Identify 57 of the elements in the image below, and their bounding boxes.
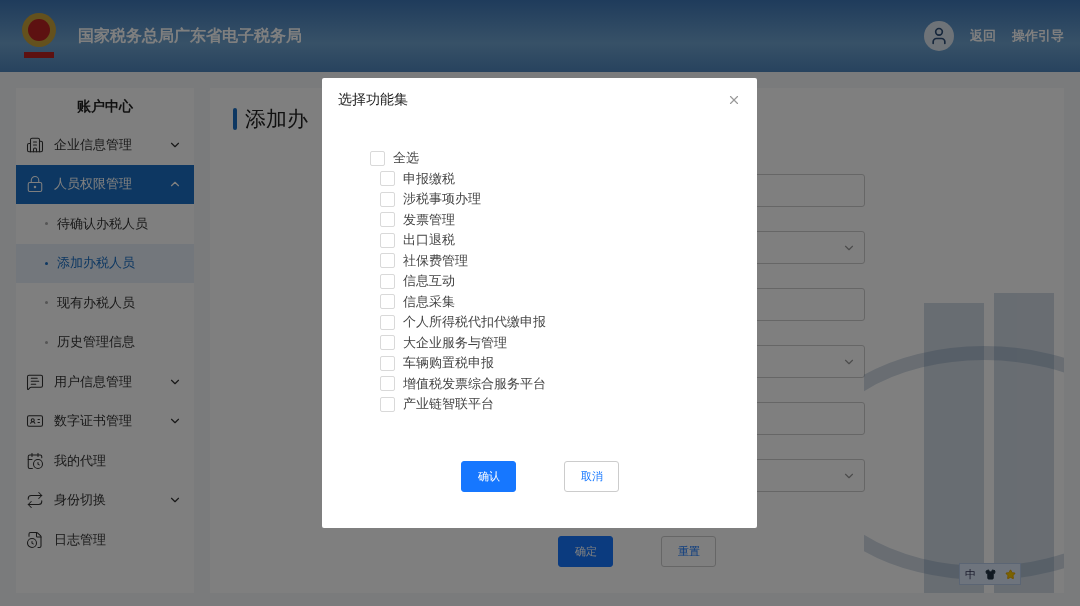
user-avatar-icon[interactable] [924,21,954,51]
checkbox-label: 发票管理 [403,210,455,229]
form-button[interactable]: 确定 [558,536,613,567]
checkbox[interactable] [380,191,395,207]
menu-icon [26,135,44,154]
sidebar-item[interactable]: 企业信息管理 [16,125,194,165]
checkbox-label: 信息互动 [403,272,455,291]
sidebar-item[interactable]: 身份切换 [16,480,194,520]
checkbox[interactable] [380,396,395,412]
page-title: 添加办 [245,106,308,133]
checkbox-label: 车辆购置税申报 [403,354,494,373]
checkbox[interactable] [380,355,395,371]
checkbox[interactable] [380,314,395,330]
menu-icon [26,372,44,391]
checkbox[interactable] [370,150,385,166]
sidebar-title: 账户中心 [76,96,134,116]
sidebar-subitem[interactable]: 现有办税人员 [16,283,194,323]
sidebar-item[interactable]: 人员权限管理 [16,164,194,204]
dialog-button[interactable]: 取消 [564,460,619,492]
checkbox-label: 产业链智联平台 [403,395,494,414]
sidebar-subitem[interactable]: 添加办税人员 [16,243,194,283]
checkbox[interactable] [380,335,395,351]
dialog-title: 选择功能集 [338,91,408,109]
sidebar-subitem[interactable]: 历史管理信息 [16,322,194,362]
menu-icon [26,451,44,470]
checkbox[interactable] [380,273,395,289]
sidebar-item[interactable]: 日志管理 [16,520,194,560]
sidebar-subitem[interactable]: 待确认办税人员 [16,204,194,244]
checkbox-label: 申报缴税 [403,169,455,188]
checkbox[interactable] [380,171,395,187]
checkbox-label: 全选 [393,149,419,168]
shirt-icon[interactable] [984,568,996,580]
checkbox-label: 增值税发票综合服务平台 [403,374,546,393]
form-button[interactable]: 重置 [661,536,716,567]
checkbox[interactable] [380,376,395,392]
menu-icon [26,491,44,510]
close-icon[interactable] [727,93,741,107]
checkbox-label: 大企业服务与管理 [403,333,507,352]
ime-toolbar[interactable]: 中 [959,563,1021,585]
site-title: 国家税务总局广东省电子税务局 [78,25,303,47]
sidebar-item[interactable]: 数字证书管理 [16,401,194,441]
checkbox[interactable] [380,212,395,228]
checkbox[interactable] [380,253,395,269]
checkbox-label: 个人所得税代扣代缴申报 [403,313,546,332]
checkbox-label: 出口退税 [403,231,455,250]
checkbox[interactable] [380,232,395,248]
checkbox-label: 信息采集 [403,292,455,311]
checkbox-label: 涉税事项办理 [403,190,481,209]
ime-mode[interactable]: 中 [964,566,976,582]
checkbox-label: 社保费管理 [403,251,468,270]
menu-icon [26,530,44,549]
sidebar-item[interactable]: 我的代理 [16,441,194,481]
dialog-button[interactable]: 确认 [461,460,516,492]
menu-icon [26,175,44,194]
checkbox[interactable] [380,294,395,310]
sidebar-item[interactable]: 用户信息管理 [16,362,194,402]
star-icon[interactable] [1004,568,1016,580]
